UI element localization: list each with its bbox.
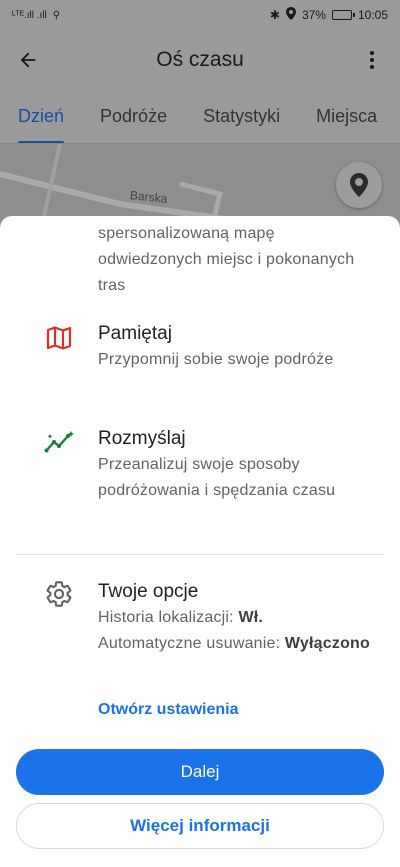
- location-history-status: Historia lokalizacji: Wł.: [98, 605, 376, 631]
- feature-title: Pamiętaj: [98, 323, 172, 344]
- tab-bar: Dzień Podróże Statystyki Miejsca: [0, 90, 400, 144]
- tab-stats[interactable]: Statystyki: [185, 90, 298, 143]
- signal-icon: ᴸᵀᴱ.ıll .ıll: [12, 9, 47, 21]
- continue-button[interactable]: Dalej: [16, 749, 384, 795]
- tab-day[interactable]: Dzień: [0, 90, 82, 143]
- your-options-text: Twoje opcje Historia lokalizacji: Wł. Au…: [98, 579, 376, 657]
- feature-title: Rozmyślaj: [98, 428, 186, 449]
- options-title: Twoje opcje: [98, 581, 199, 602]
- intro-text-wrap: spersonalizowaną mapę odwiedzonych miejs…: [98, 221, 376, 299]
- location-pin-button[interactable]: [336, 162, 382, 208]
- usb-icon: ⚲: [52, 9, 61, 21]
- feature-reflect-text: Rozmyślaj Przeanalizuj swoje sposoby pod…: [98, 426, 376, 504]
- auto-delete-value: Wyłączono: [284, 635, 370, 652]
- auto-delete-label: Automatyczne usuwanie:: [98, 635, 285, 652]
- location-icon: [285, 7, 296, 23]
- arrow-back-icon: [20, 52, 36, 68]
- intro-text: spersonalizowaną mapę odwiedzonych miejs…: [98, 225, 355, 294]
- feature-body: Przeanalizuj swoje sposoby podróżowania …: [98, 456, 336, 499]
- settings-icon: [44, 579, 74, 609]
- tab-places[interactable]: Miejsca: [298, 90, 395, 143]
- bluetooth-icon: ✱: [269, 8, 280, 22]
- map-icon: [44, 323, 74, 353]
- divider: [16, 554, 384, 555]
- more-vert-icon: [370, 51, 374, 69]
- history-label: Historia lokalizacji:: [98, 609, 239, 626]
- status-bar: ᴸᵀᴱ.ıll .ıll ⚲ ✱ 37% 10:05: [0, 0, 400, 30]
- open-settings-link[interactable]: Otwórz ustawienia: [98, 701, 238, 719]
- tab-trips[interactable]: Podróże: [82, 90, 185, 143]
- bottom-sheet: spersonalizowaną mapę odwiedzonych miejs…: [0, 216, 400, 867]
- battery-percent: 37%: [301, 8, 326, 22]
- place-icon: [350, 173, 368, 197]
- back-button[interactable]: [0, 30, 56, 90]
- app-bar: Oś czasu: [0, 30, 400, 90]
- status-right: ✱ 37% 10:05: [270, 7, 388, 23]
- history-value: Wł.: [238, 609, 264, 626]
- feature-body: Przypomnij sobie swoje podróże: [98, 351, 334, 368]
- more-options-button[interactable]: [344, 30, 400, 90]
- status-left: ᴸᵀᴱ.ıll .ıll ⚲: [12, 10, 60, 21]
- battery-icon: [331, 10, 355, 20]
- more-info-button[interactable]: Więcej informacji: [16, 803, 384, 849]
- auto-delete-status: Automatyczne usuwanie: Wyłączono: [98, 631, 376, 657]
- feature-remember-text: Pamiętaj Przypomnij sobie swoje podróże: [98, 321, 376, 373]
- clock: 10:05: [357, 8, 388, 22]
- page-title: Oś czasu: [156, 48, 244, 71]
- insights-icon: [44, 427, 74, 457]
